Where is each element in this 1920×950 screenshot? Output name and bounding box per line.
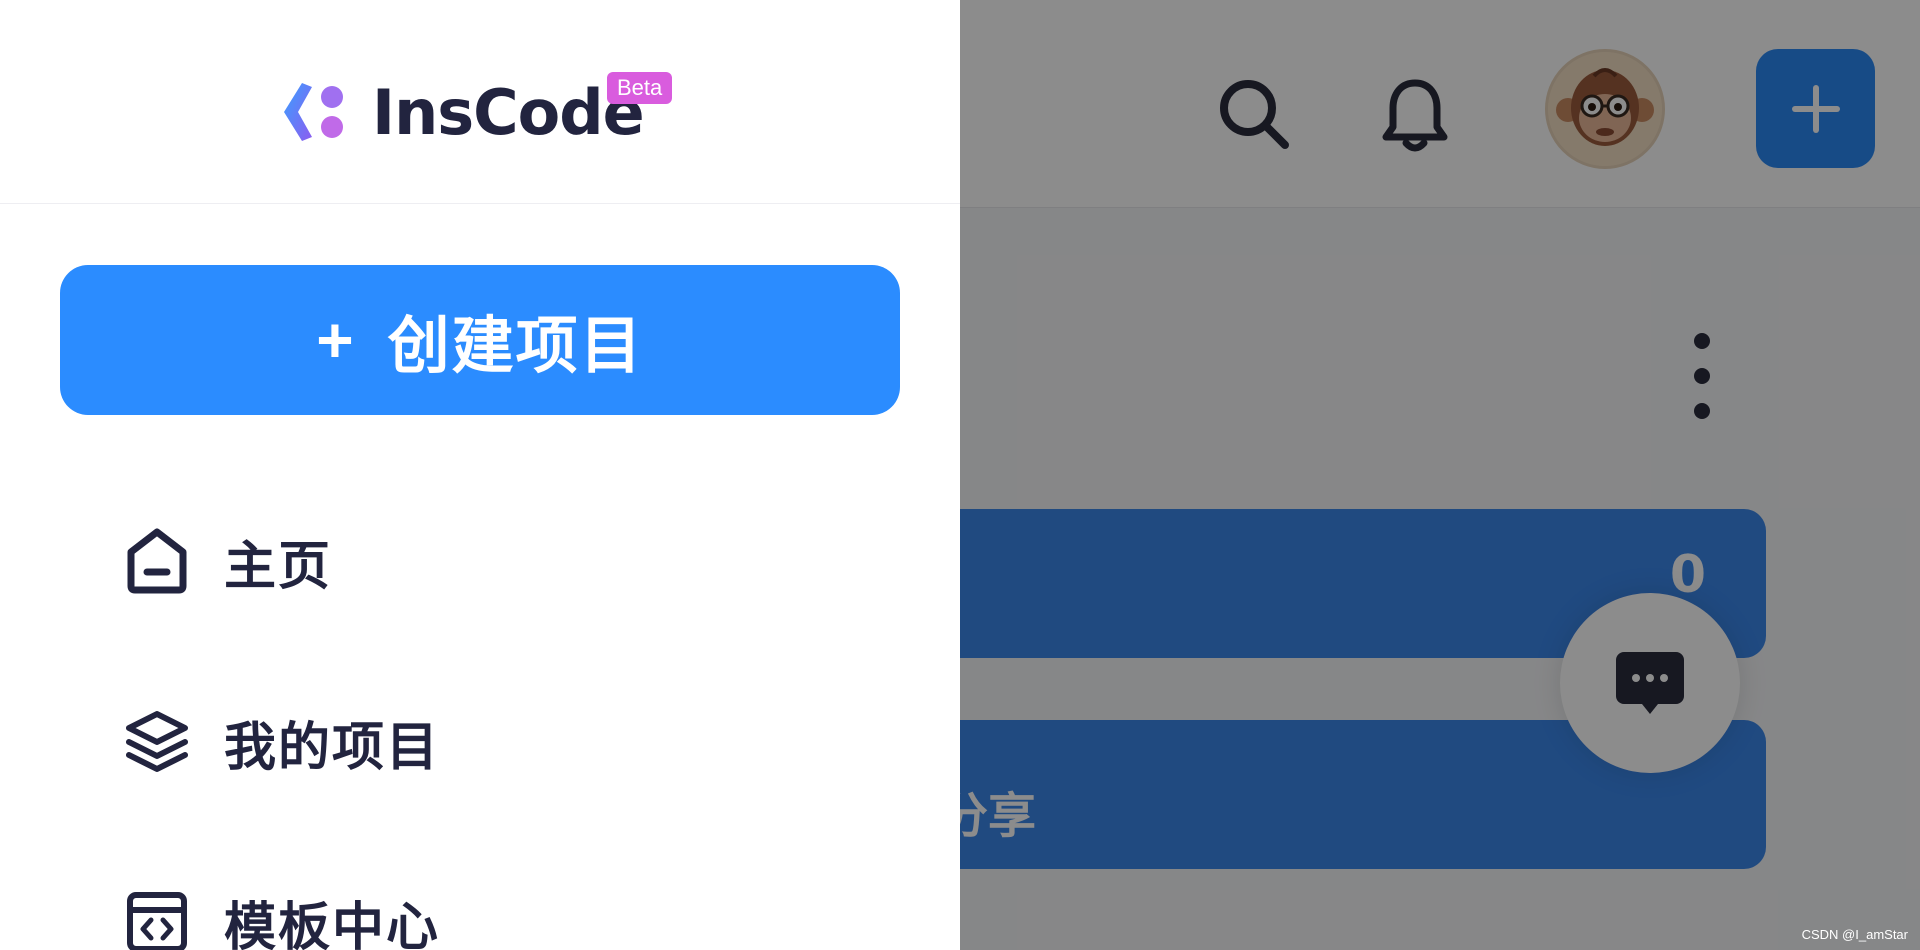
nav-item-template-center[interactable]: 模板中心 xyxy=(122,877,822,950)
nav-item-label: 我的项目 xyxy=(224,717,441,778)
side-drawer: InsCode Beta + 创建项目 主页 我的项目 模板中心 xyxy=(0,0,960,950)
drawer-header: InsCode Beta xyxy=(0,0,960,204)
nav-item-label: 主页 xyxy=(224,536,333,597)
template-code-icon xyxy=(122,887,192,950)
layers-icon xyxy=(122,707,192,777)
inscode-logo-icon xyxy=(284,83,343,141)
home-icon xyxy=(122,526,192,596)
logo-text: InsCode xyxy=(372,75,645,149)
plus-icon: + xyxy=(316,304,354,376)
screen: 0 分享 InsCode Beta + 创建项目 主页 我的项目 模板中心 CS… xyxy=(0,0,1920,950)
nav-item-home[interactable]: 主页 xyxy=(122,516,822,606)
watermark: CSDN @I_amStar xyxy=(1801,927,1908,942)
app-logo[interactable]: InsCode xyxy=(280,72,645,152)
create-project-label: 创建项目 xyxy=(387,312,644,381)
nav-item-my-projects[interactable]: 我的项目 xyxy=(122,697,822,787)
nav-item-label: 模板中心 xyxy=(224,897,441,950)
create-project-button[interactable]: + 创建项目 xyxy=(60,265,900,415)
beta-badge: Beta xyxy=(607,72,673,104)
